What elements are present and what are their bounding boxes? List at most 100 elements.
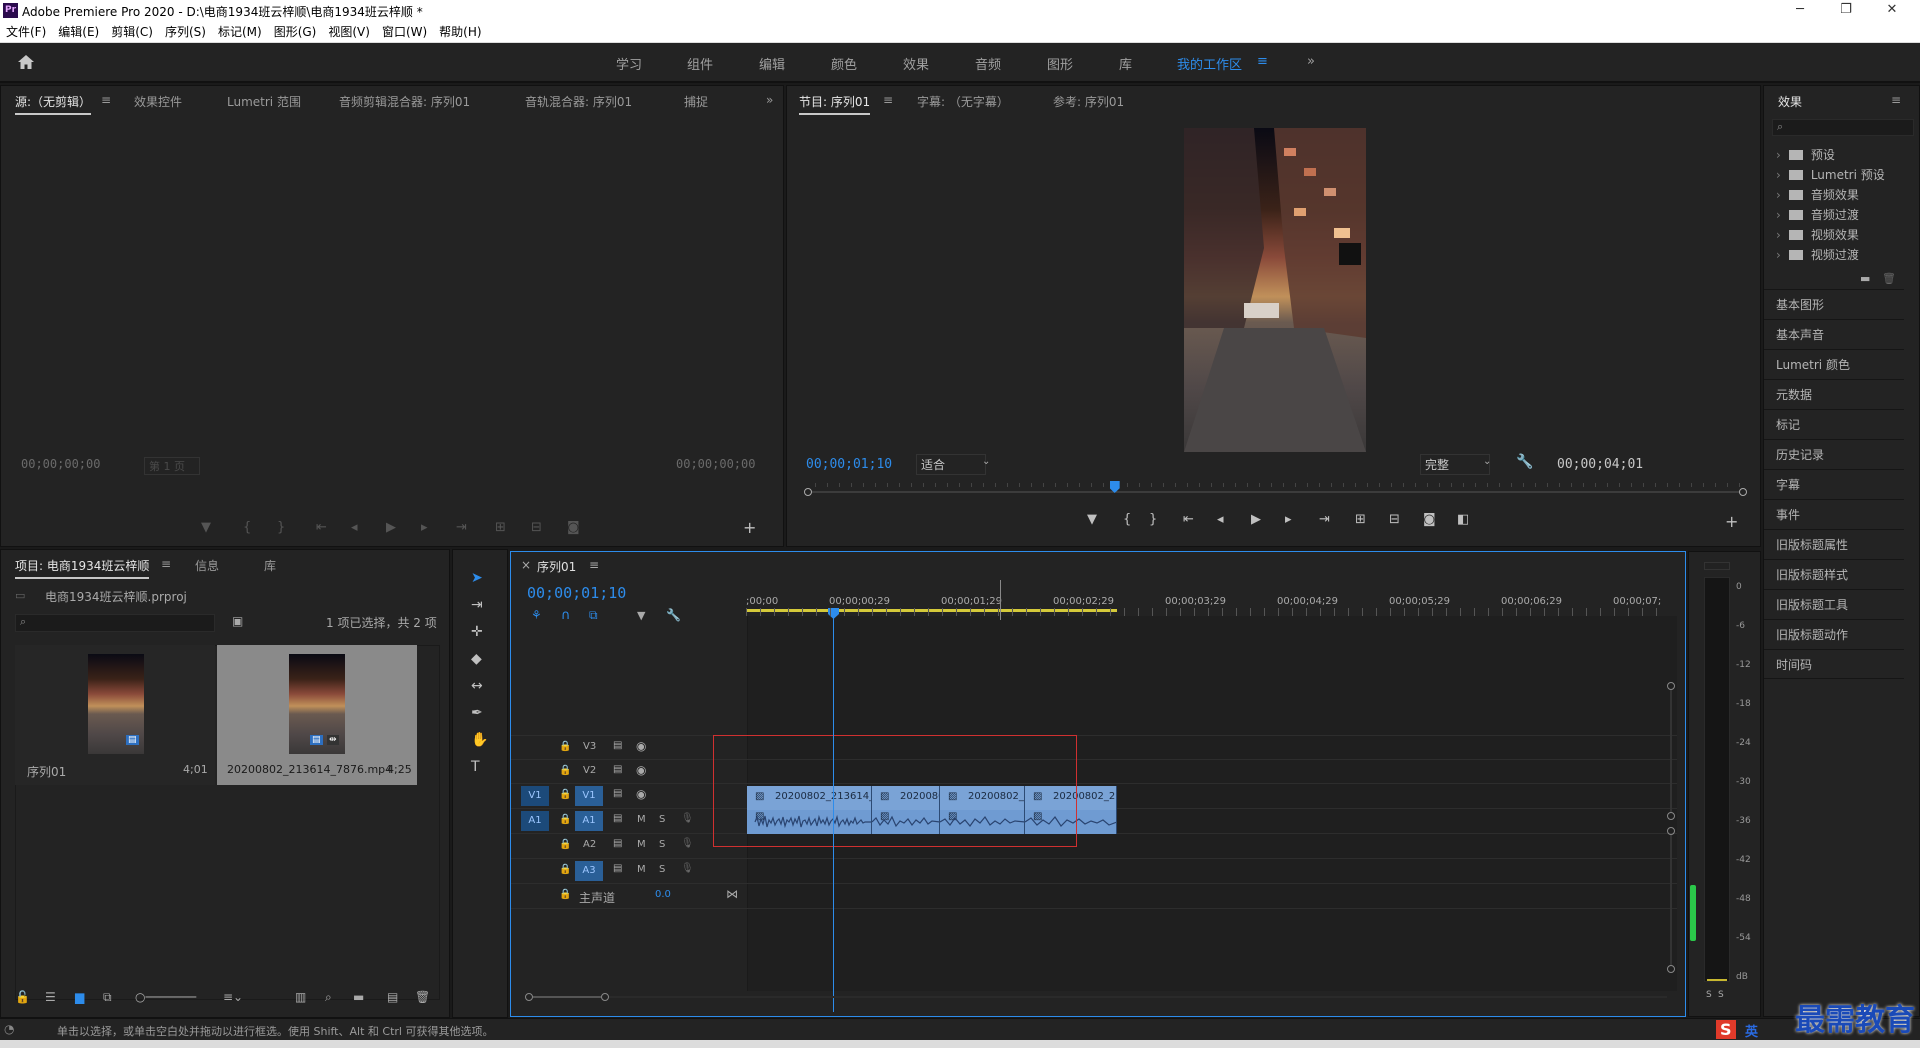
add-button-icon[interactable]: + — [1725, 512, 1738, 531]
source-patch-v1[interactable]: V1 — [521, 786, 549, 806]
track-select-tool-icon[interactable]: ⇥ — [471, 597, 483, 613]
sort-icon[interactable]: ≡⌄ — [223, 990, 243, 1004]
ripple-edit-tool-icon[interactable]: ✛ — [471, 624, 483, 640]
menu-clip[interactable]: 剪辑(C) — [105, 22, 159, 42]
step-forward-icon[interactable]: ▸ — [421, 520, 428, 535]
microphone-icon[interactable]: 🎙 — [681, 863, 694, 874]
solo-button[interactable]: S — [659, 839, 665, 850]
go-to-out-icon[interactable]: ⇥ — [456, 520, 467, 535]
linked-selection-icon[interactable]: ⧉ — [589, 608, 598, 623]
workspace-audio[interactable]: 音频 — [975, 54, 1001, 73]
tab-program[interactable]: 节目: 序列01 — [799, 93, 871, 115]
eye-icon[interactable]: ◉ — [636, 739, 646, 753]
clip-indicator[interactable] — [1704, 562, 1730, 570]
tab-source-menu-icon[interactable]: ≡ — [101, 93, 111, 107]
timeline-ruler-ticks[interactable] — [746, 608, 1661, 616]
effects-folder-audio-transitions[interactable]: › 音频过渡 — [1776, 206, 1859, 223]
freeform-view-icon[interactable]: ⧉ — [103, 990, 112, 1005]
step-back-icon[interactable]: ◂ — [1217, 512, 1224, 527]
mute-button[interactable]: M — [637, 839, 646, 850]
panel-legacy-title-properties[interactable]: 旧版标题属性 — [1764, 529, 1904, 559]
quality-dropdown[interactable]: 完整 — [1420, 454, 1491, 475]
workspace-graphics[interactable]: 图形 — [1047, 54, 1073, 73]
zoom-scroll-handle[interactable] — [601, 993, 609, 1001]
tab-reference[interactable]: 参考: 序列01 — [1053, 93, 1124, 110]
comparison-view-icon[interactable]: ◧ — [1457, 512, 1469, 527]
video-scroll-handle[interactable] — [1667, 812, 1675, 820]
pen-tool-icon[interactable]: ✒ — [471, 705, 483, 721]
track-name[interactable]: V3 — [583, 741, 596, 752]
effects-folder-audio-effects[interactable]: › 音频效果 — [1776, 186, 1859, 203]
tab-audio-track-mixer[interactable]: 音轨混合器: 序列01 — [525, 93, 632, 110]
tab-effect-controls[interactable]: 效果控件 — [134, 93, 182, 110]
project-item-sequence[interactable]: ▤ 序列01 4;01 — [15, 645, 215, 785]
menu-help[interactable]: 帮助(H) — [433, 22, 487, 42]
sync-lock-icon[interactable]: ▤ — [613, 764, 622, 775]
fit-dropdown[interactable]: 适合 — [916, 454, 987, 475]
audio-scroll-handle[interactable] — [1667, 965, 1675, 973]
menu-file[interactable]: 文件(F) — [0, 22, 52, 42]
workspace-effects[interactable]: 效果 — [903, 54, 929, 73]
insert-icon[interactable]: ⊞ — [495, 520, 506, 535]
eye-icon[interactable]: ◉ — [636, 763, 646, 777]
lock-icon[interactable]: 🔓 — [15, 990, 30, 1004]
panel-lumetri-color[interactable]: Lumetri 颜色 — [1764, 349, 1904, 379]
workspace-libraries[interactable]: 库 — [1119, 54, 1132, 73]
play-icon[interactable]: ▶ — [386, 520, 396, 535]
lift-icon[interactable]: ⊞ — [1355, 512, 1366, 527]
lock-icon[interactable]: 🔒 — [559, 889, 571, 900]
eye-icon[interactable]: ◉ — [636, 787, 646, 801]
track-target-a1[interactable]: A1 — [575, 811, 603, 831]
find-icon[interactable]: ⌕ — [325, 990, 332, 1005]
add-button-icon[interactable]: + — [743, 518, 756, 537]
marker-icon[interactable]: ▼ — [1087, 512, 1097, 527]
mute-button[interactable]: M — [637, 864, 646, 875]
tab-libraries[interactable]: 库 — [264, 557, 276, 574]
lock-icon[interactable]: 🔒 — [559, 864, 571, 875]
program-video-frame[interactable] — [1184, 128, 1366, 452]
solo-button[interactable]: S — [1706, 990, 1712, 1000]
workspace-overflow-icon[interactable]: » — [1307, 54, 1315, 69]
panel-legacy-title-tools[interactable]: 旧版标题工具 — [1764, 589, 1904, 619]
selection-tool-icon[interactable]: ➤ — [471, 570, 483, 586]
panel-timecode[interactable]: 时间码 — [1764, 649, 1904, 679]
tab-capture[interactable]: 捕捉 — [684, 93, 708, 110]
mark-out-icon[interactable]: } — [277, 520, 285, 535]
icon-view-icon[interactable]: ▆ — [75, 990, 84, 1004]
effects-folder-video-transitions[interactable]: › 视频过渡 — [1776, 246, 1859, 263]
camera-icon[interactable]: ◙ — [567, 520, 580, 535]
tab-audio-clip-mixer[interactable]: 音频剪辑混合器: 序列01 — [339, 93, 470, 110]
step-back-icon[interactable]: ◂ — [351, 520, 358, 535]
source-timecode[interactable]: 00;00;00;00 — [21, 457, 100, 471]
minimize-button[interactable]: ─ — [1780, 0, 1820, 22]
timeline-settings-icon[interactable]: 🔧 — [666, 608, 681, 622]
new-bin-icon[interactable]: ▬ — [1860, 272, 1870, 285]
timeline-timecode[interactable]: 00;00;01;10 — [527, 584, 626, 602]
workspace-my-workspace[interactable]: 我的工作区 — [1177, 54, 1242, 73]
panel-events[interactable]: 事件 — [1764, 499, 1904, 529]
panel-legacy-title-styles[interactable]: 旧版标题样式 — [1764, 559, 1904, 589]
hand-tool-icon[interactable]: ✋ — [471, 732, 488, 748]
horizontal-scrollbar[interactable] — [609, 996, 1667, 998]
automate-icon[interactable]: ▥ — [295, 990, 306, 1004]
lock-icon[interactable]: 🔒 — [559, 789, 571, 800]
play-icon[interactable]: ▶ — [1251, 512, 1261, 527]
menu-window[interactable]: 窗口(W) — [376, 22, 433, 42]
program-time-ruler[interactable] — [803, 481, 1748, 497]
add-marker-icon[interactable]: ▼ — [637, 609, 645, 622]
marker-icon[interactable]: ▼ — [201, 520, 211, 535]
extract-icon[interactable]: ⊟ — [1389, 512, 1400, 527]
mark-in-icon[interactable]: { — [1123, 512, 1131, 527]
tab-program-menu-icon[interactable]: ≡ — [883, 93, 893, 107]
close-button[interactable]: ✕ — [1872, 0, 1912, 22]
panel-metadata[interactable]: 元数据 — [1764, 379, 1904, 409]
audio-scroll-handle[interactable] — [1667, 827, 1675, 835]
tab-sequence[interactable]: 序列01 — [537, 558, 576, 575]
workspace-assembly[interactable]: 组件 — [687, 54, 713, 73]
mute-button[interactable]: M — [637, 814, 646, 825]
panel-essential-graphics[interactable]: 基本图形 — [1764, 289, 1904, 319]
razor-tool-icon[interactable]: ◆ — [471, 651, 482, 667]
tab-captions[interactable]: 字幕: （无字幕） — [917, 93, 1009, 110]
zoom-slider[interactable]: ○─────── — [135, 990, 196, 1004]
panel-essential-sound[interactable]: 基本声音 — [1764, 319, 1904, 349]
